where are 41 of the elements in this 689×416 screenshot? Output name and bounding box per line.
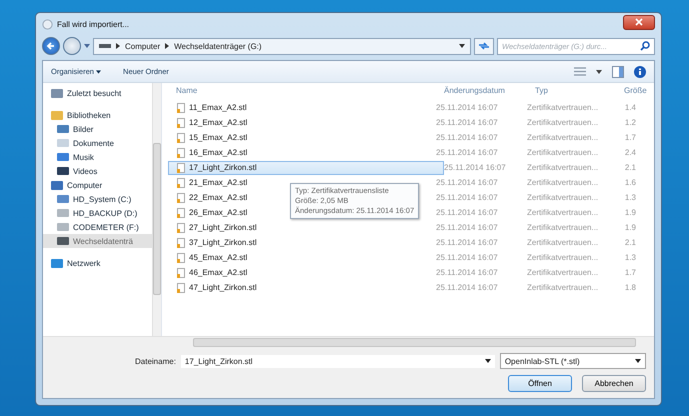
filename-label: Dateiname: [135,356,176,366]
table-cell-text: 25.11.2014 16:07 [443,163,507,172]
table-cell-text: Zertifikatvertrauen... [527,133,600,142]
table-cell-text: 2.4 [624,148,636,157]
table-cell-text: 2.1 [624,163,636,172]
table-cell-text: Zertifikatvertrauen... [527,238,600,247]
table-cell-text: Zertifikatvertrauen... [527,103,600,112]
table-cell-text: 25.11.2014 16:07 [436,103,499,112]
table-cell-text: 1.3 [624,253,636,262]
table-cell-text: Zertifikatvertrauen... [527,118,600,127]
table-cell-text: 1.3 [624,193,636,202]
table-cell-text: Zertifikatvertrauen... [527,163,600,172]
table-cell-text: Zertifikatvertrauen... [527,208,600,217]
table-cell-text: 25.11.2014 16:07 [436,283,499,292]
table-cell-text: 25.11.2014 16:07 [436,148,499,157]
table-cell-text: 25.11.2014 16:07 [436,223,499,232]
table-cell-text: Zertifikatvertrauen... [527,268,600,277]
table-cell-text: 25.11.2014 16:07 [436,133,499,142]
table-cell-text: 2.1 [624,238,636,247]
table-cell-text: Zertifikatvertrauen... [527,178,600,187]
table-cell-text: 25.11.2014 16:07 [436,178,499,187]
table-cell-text: 25.11.2014 16:07 [436,253,499,262]
table-cell-text: 1.2 [624,118,636,127]
table-cell-text: 25.11.2014 16:07 [436,118,499,127]
table-cell-text: Zertifikatvertrauen... [527,193,600,202]
table-cell-text: Zertifikatvertrauen... [527,283,600,292]
table-cell-text: 1.8 [624,283,636,292]
table-cell-text: 1.7 [624,268,636,277]
table-cell-text: 1.4 [624,103,636,112]
table-cell-text: 25.11.2014 16:07 [436,208,499,217]
table-cell-text: 1.9 [624,208,636,217]
table-cell-text: 1.6 [624,178,636,187]
table-cell-text: 25.11.2014 16:07 [436,193,499,202]
table-cell-text: Zertifikatvertrauen... [527,223,600,232]
table-cell-text: 1.9 [624,223,636,232]
table-cell-text: Zertifikatvertrauen... [527,253,600,262]
table-cell-text: 1.7 [624,133,636,142]
table-cell-text: 25.11.2014 16:07 [436,238,499,247]
window-title: Fall wird importiert... [57,20,130,28]
table-cell-text: 25.11.2014 16:07 [436,268,499,277]
table-cell-text: Zertifikatvertrauen... [527,148,600,157]
